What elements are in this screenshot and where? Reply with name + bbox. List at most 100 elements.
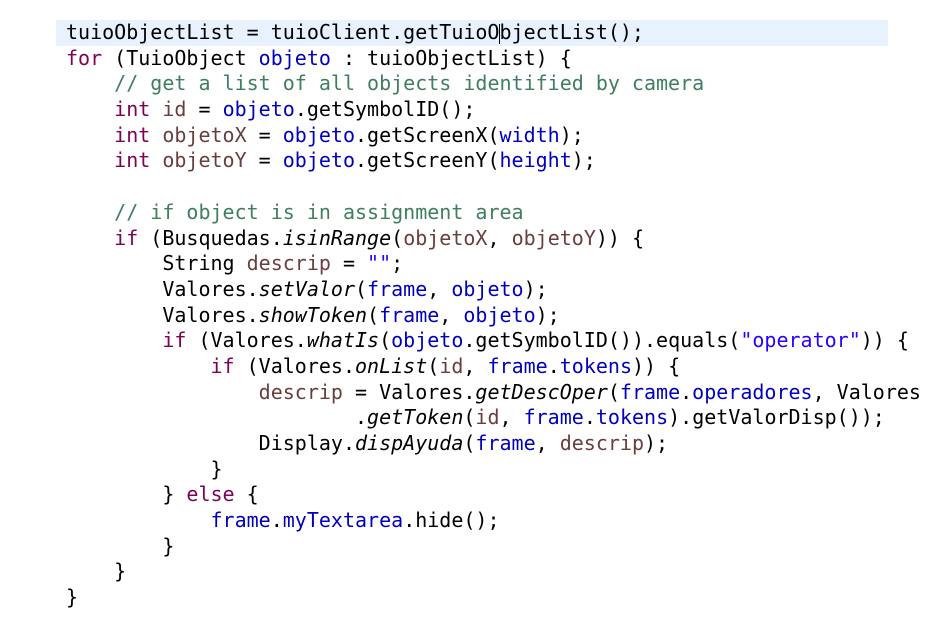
code-token: ( xyxy=(463,431,476,455)
code-token: if xyxy=(210,353,235,378)
code-token: Valores. xyxy=(66,276,259,301)
code-token: // get a list of all objects identified … xyxy=(114,71,705,96)
code-token: setValor xyxy=(258,276,355,301)
code-token: .getScreenX( xyxy=(355,122,500,147)
code-token: ; xyxy=(391,251,404,276)
code-token: id xyxy=(475,405,500,430)
code-token: int xyxy=(114,148,151,173)
code-line[interactable]: } xyxy=(66,534,921,560)
code-token: ( xyxy=(354,276,368,301)
code-token: .hide(); xyxy=(403,508,500,533)
code-token: ); xyxy=(523,276,548,301)
code-line[interactable]: descrip = Valores.getDescOper(frame.oper… xyxy=(66,380,921,406)
code-line[interactable]: Valores.setValor(frame, objeto); xyxy=(66,277,921,303)
code-token: (TuioObject xyxy=(102,45,259,70)
code-token: . xyxy=(547,353,560,378)
code-token: tuioObjectList = tuioClient.getTuioO xyxy=(66,20,500,44)
code-token: descrip xyxy=(559,431,645,455)
code-line[interactable]: .getToken(id, frame.tokens).getValorDisp… xyxy=(66,405,921,431)
code-token: height xyxy=(499,148,572,173)
code-line[interactable]: } else { xyxy=(66,482,921,508)
code-token: ( xyxy=(427,353,440,378)
code-token: )) { xyxy=(595,225,645,250)
code-line[interactable]: // if object is in assignment area xyxy=(66,200,921,226)
code-token: , xyxy=(463,353,488,378)
code-token: getToken xyxy=(367,405,464,430)
code-token: } xyxy=(66,585,79,610)
code-line[interactable] xyxy=(66,174,921,200)
code-token: frame xyxy=(619,379,681,404)
code-line[interactable]: frame.myTextarea.hide(); xyxy=(66,508,921,534)
code-token: , xyxy=(487,225,512,250)
code-token: int xyxy=(114,97,151,122)
code-line[interactable]: if (Valores.onList(id, frame.tokens)) { xyxy=(66,354,921,380)
code-token: ( xyxy=(463,405,476,430)
code-token: width xyxy=(499,122,560,147)
code-token: ( xyxy=(391,225,404,250)
code-token: myTextarea xyxy=(282,508,404,533)
code-line[interactable]: Display.dispAyuda(frame, descrip); xyxy=(66,431,921,457)
code-token: . xyxy=(66,405,368,430)
code-token: objeto xyxy=(282,148,356,173)
code-token: ( xyxy=(607,379,620,404)
code-line[interactable]: tuioObjectList = tuioClient.getTuioObjec… xyxy=(66,20,921,46)
code-line[interactable]: String descrip = ""; xyxy=(66,251,921,277)
code-line[interactable]: } xyxy=(66,559,921,585)
code-token: , Valores xyxy=(812,379,921,404)
code-token: String xyxy=(66,251,247,276)
code-line[interactable]: // get a list of all objects identified … xyxy=(66,71,921,97)
code-token: ); xyxy=(559,122,584,147)
code-token: } xyxy=(66,456,223,481)
code-token: if xyxy=(162,328,187,353)
code-token: frame xyxy=(523,405,584,430)
code-line[interactable]: if (Valores.whatIs(objeto.getSymbolID())… xyxy=(66,328,921,354)
code-token: = xyxy=(186,97,223,122)
code-token: (Valores. xyxy=(234,353,356,378)
code-token: , xyxy=(439,302,464,327)
code-area[interactable]: tuioObjectList = tuioClient.getTuioObjec… xyxy=(66,20,921,611)
code-token: isinRange xyxy=(282,225,392,250)
code-token: ); xyxy=(571,148,596,173)
code-line[interactable]: Valores.showToken(frame, objeto); xyxy=(66,303,921,329)
code-token: : tuioObjectList) { xyxy=(330,45,572,70)
code-token: , xyxy=(499,405,524,430)
code-token: } xyxy=(66,482,187,507)
code-editor[interactable]: tuioObjectList = tuioClient.getTuioObjec… xyxy=(0,0,936,637)
code-line[interactable]: int objetoX = objeto.getScreenX(width); xyxy=(66,123,921,149)
code-token: .getScreenY( xyxy=(355,148,500,173)
code-token: ); xyxy=(535,302,560,327)
code-line[interactable]: if (Busquedas.isinRange(objetoX, objetoY… xyxy=(66,226,921,252)
code-token: = xyxy=(246,148,283,173)
code-line[interactable]: for (TuioObject objeto : tuioObjectList)… xyxy=(66,46,921,72)
code-token: dispAyuda xyxy=(354,431,464,455)
code-token: objeto xyxy=(451,276,524,301)
code-token: descrip xyxy=(246,251,331,276)
code-line[interactable]: } xyxy=(66,457,921,483)
code-token: for xyxy=(66,45,103,70)
code-line[interactable]: int objetoY = objeto.getScreenY(height); xyxy=(66,148,921,174)
code-token: tokens xyxy=(595,405,669,430)
code-token: // if object is in assignment area xyxy=(114,199,524,224)
code-token: frame xyxy=(475,431,536,455)
code-token: id xyxy=(162,97,187,122)
code-token: tokens xyxy=(559,353,633,378)
code-token: = Valores. xyxy=(342,379,476,404)
code-token: frame xyxy=(487,353,548,378)
code-token: Valores. xyxy=(66,302,259,327)
code-token: )) { xyxy=(632,353,681,378)
code-token: } xyxy=(66,533,175,558)
code-line[interactable]: int id = objeto.getSymbolID(); xyxy=(66,97,921,123)
code-token: objetoX xyxy=(162,122,247,147)
code-token: objeto xyxy=(391,328,464,353)
code-token: whatIs xyxy=(306,328,380,353)
code-token: ( xyxy=(379,328,392,353)
code-line[interactable]: } xyxy=(66,585,921,611)
code-token: showToken xyxy=(258,302,368,327)
